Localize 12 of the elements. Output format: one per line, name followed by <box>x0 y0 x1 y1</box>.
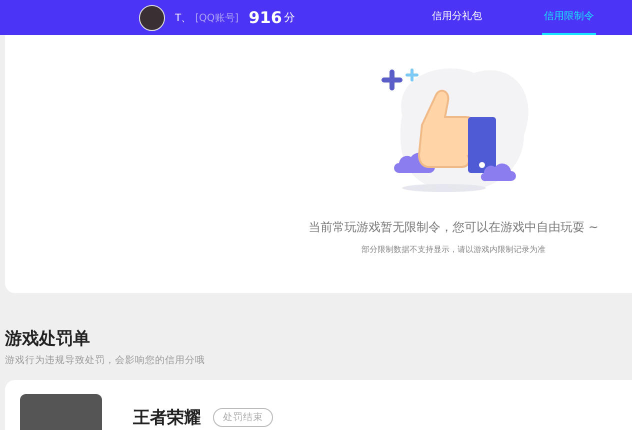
status-tag: 处罚结束 <box>213 408 273 427</box>
avatar <box>139 4 165 30</box>
note-text: 部分限制数据不支持显示，请以游戏内限制记录为准 <box>362 244 546 255</box>
score-unit: 分 <box>284 10 296 25</box>
section-subtitle: 游戏行为违规导致处罚，会影响您的信用分哦 <box>5 354 206 367</box>
credit-score: 916 <box>248 8 282 27</box>
user-name: T、 <box>175 12 192 24</box>
account-type: [QQ账号] <box>195 12 239 24</box>
status-message: 当前常玩游戏暂无限制令，您可以在游戏中自由玩耍 ~ <box>308 219 598 236</box>
nav-tab[interactable]: 信用分礼包 <box>430 0 484 35</box>
game-name: 王者荣耀 <box>133 407 201 429</box>
section-title: 游戏处罚单 <box>5 328 91 350</box>
